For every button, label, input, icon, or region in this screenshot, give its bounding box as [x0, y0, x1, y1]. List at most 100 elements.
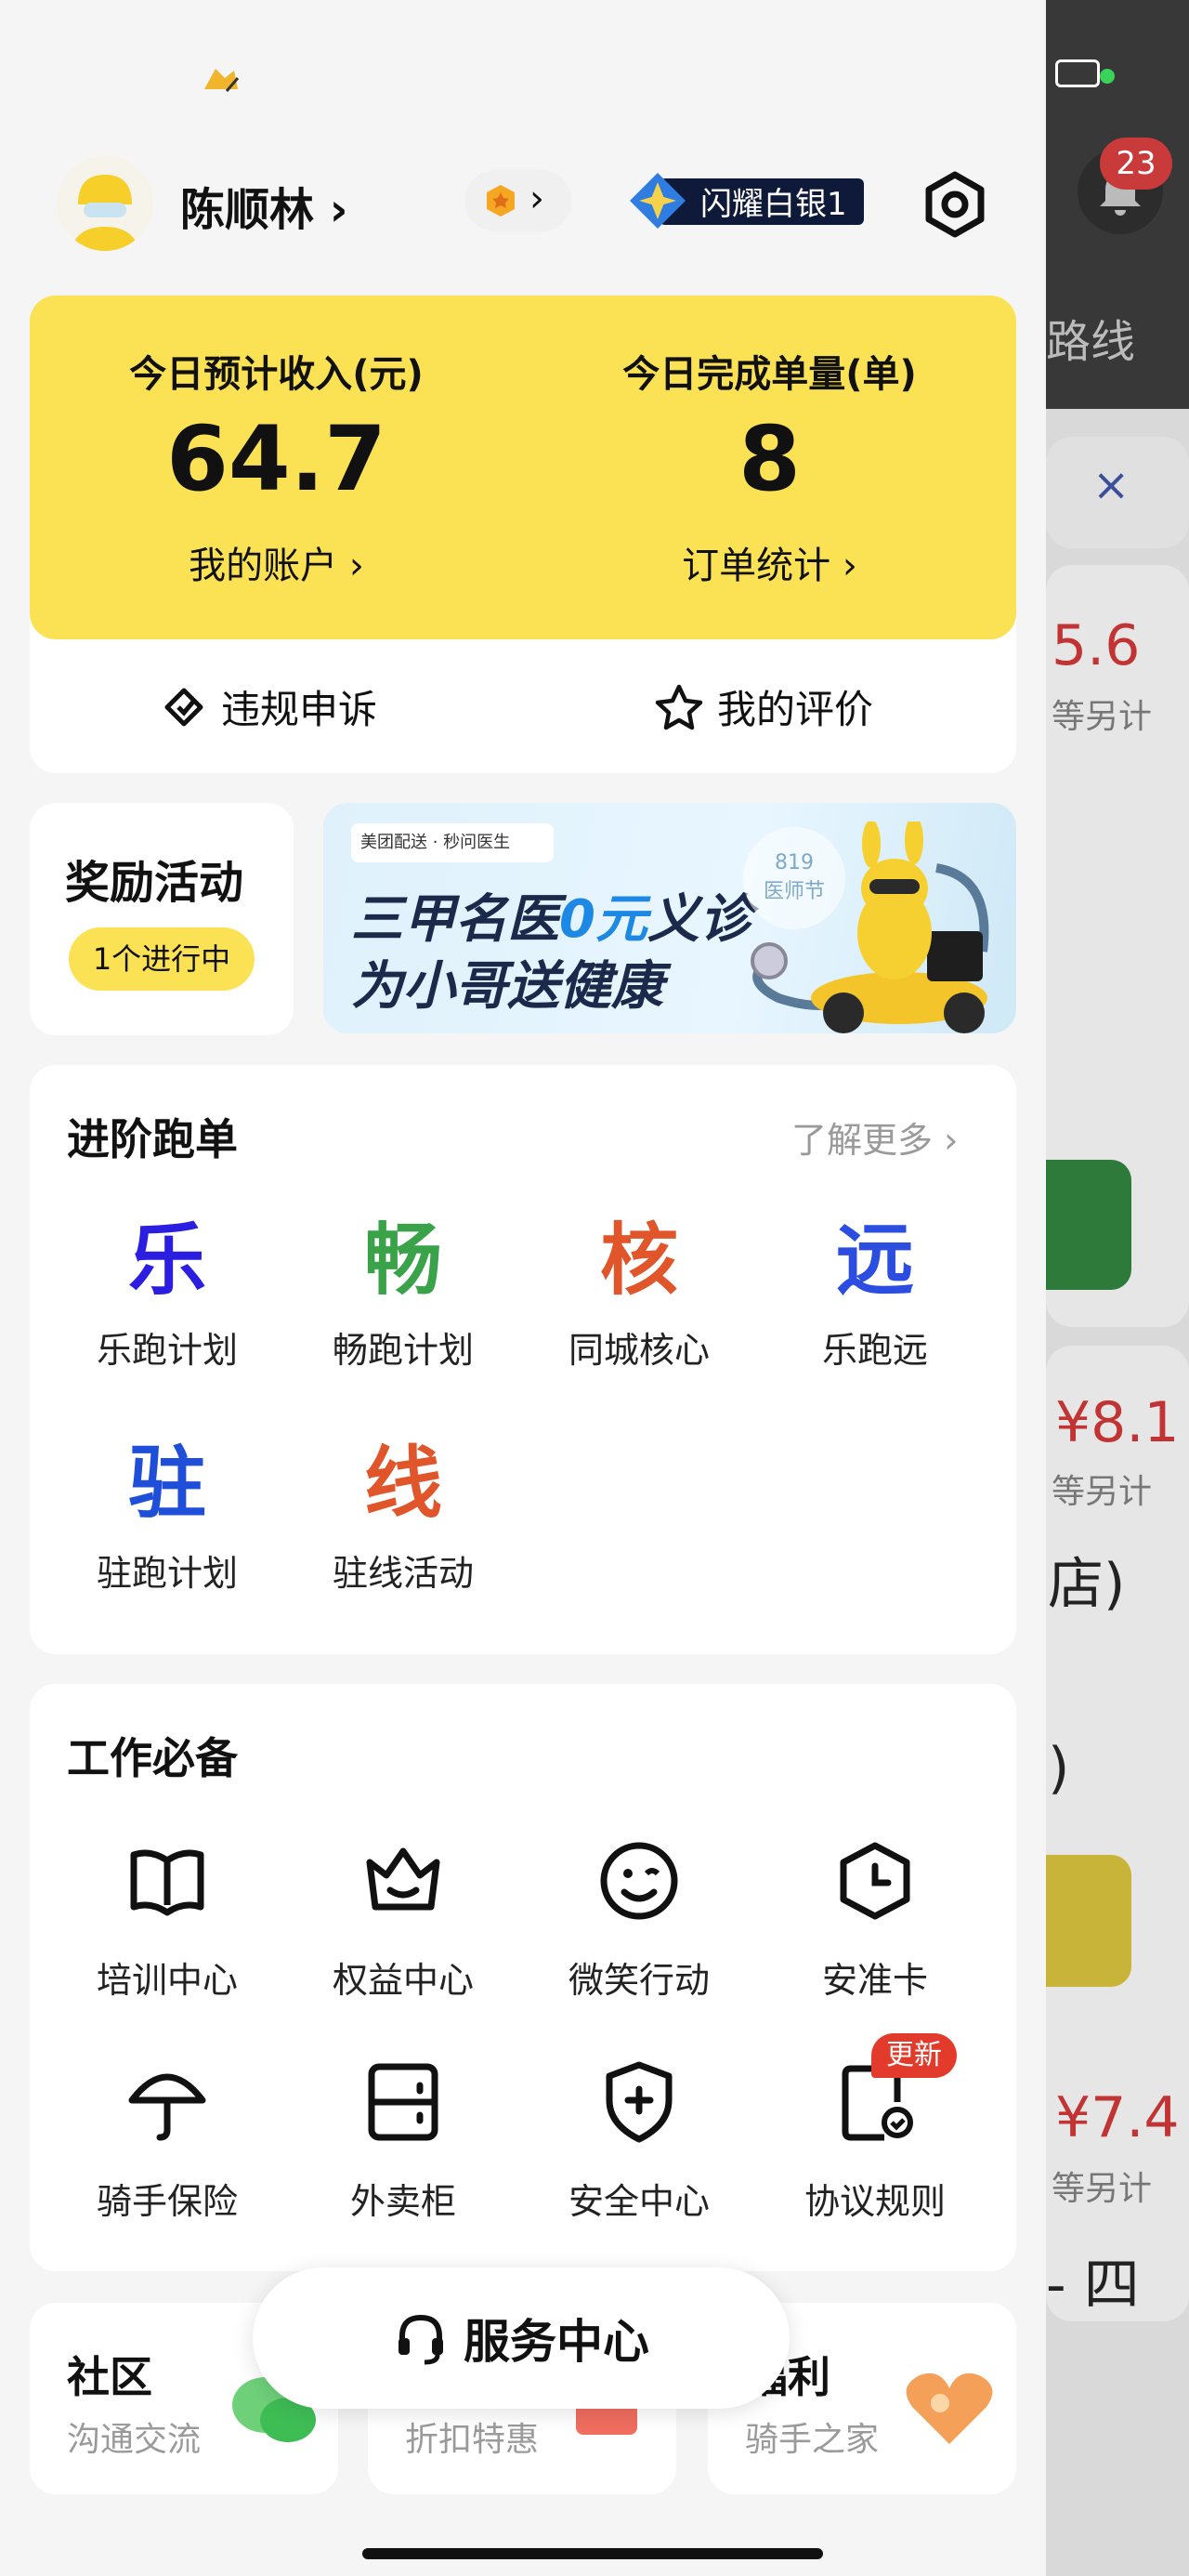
learn-more-link[interactable]: 了解更多 ›: [791, 1111, 958, 1163]
plan-xian[interactable]: 线 驻线活动: [310, 1437, 496, 1596]
plan-label: 驻线活动: [332, 1553, 474, 1594]
work-item-label: 权益中心: [332, 1960, 474, 2001]
promo-banner[interactable]: 美团配送 · 秒问医生 三甲名医0元义诊 为小哥送健康 819 医师节: [323, 803, 1016, 1033]
my-rating-button[interactable]: 我的评价: [654, 678, 873, 735]
benefits-center[interactable]: 权益中心: [310, 1836, 496, 2003]
work-item-label: 安准卡: [821, 1960, 928, 2001]
star-icon: [655, 684, 703, 729]
yuan-icon: 远: [835, 1215, 914, 1306]
order-amount: ¥7.4: [1055, 2085, 1180, 2150]
headset-icon: [399, 2314, 443, 2365]
home-indicator[interactable]: [362, 2548, 823, 2559]
side-drawer: 陈顺林 › › 闪耀白银1 今日预计收入(元) 64.7 我的账户 › 今日完成…: [0, 0, 1046, 2576]
smile-action[interactable]: 微笑行动: [546, 1836, 732, 2003]
order-note: 等另计: [1052, 2170, 1153, 2208]
orders-label: 今日完成单量(单): [622, 353, 917, 396]
safety-card[interactable]: 安准卡: [782, 1836, 968, 2003]
app-logo-icon: [204, 69, 240, 92]
order-note: 等另计: [1052, 698, 1153, 736]
work-item-label: 微笑行动: [568, 1960, 710, 2001]
rating-label: 我的评价: [717, 687, 874, 732]
heart-tag-icon: [906, 2372, 993, 2444]
order-amount: 5.6: [1052, 613, 1141, 678]
service-center-label: 服务中心: [464, 2315, 649, 2369]
book-icon: [130, 1849, 204, 1916]
plan-label: 乐跑计划: [96, 1330, 238, 1371]
advanced-title: 进阶跑单: [67, 1114, 238, 1164]
hexagon-badge-icon: [487, 185, 515, 217]
shield-plus-icon: [606, 2061, 673, 2143]
work-item-label: 外卖柜: [349, 2181, 456, 2222]
order-stats-link[interactable]: 订单统计 ›: [523, 535, 1016, 589]
day-text: - 四: [1046, 2253, 1140, 2318]
community-subtitle: 沟通交流: [67, 2421, 202, 2459]
work-item-label: 骑手保险: [96, 2181, 238, 2222]
appeal-button[interactable]: 违规申诉: [160, 678, 377, 735]
plan-yuan[interactable]: 远 乐跑远: [782, 1214, 968, 1373]
rider-insurance[interactable]: 骑手保险: [74, 2057, 260, 2224]
route-tab[interactable]: 路线: [1046, 305, 1135, 370]
income-value: 64.7: [166, 407, 386, 511]
hammer-icon: [164, 688, 203, 726]
rewards-card[interactable]: 奖励活动 1个进行中: [30, 803, 294, 1035]
le-icon: 乐: [127, 1215, 206, 1306]
promo-brand-chip: 美团配送 · 秒问医生: [351, 823, 554, 862]
rider-mascot-illustration: [751, 821, 989, 1033]
locker-icon: [368, 2063, 438, 2141]
rider-name[interactable]: 陈顺林 ›: [180, 173, 348, 238]
crown-icon: [366, 1847, 440, 1911]
plan-zhu[interactable]: 驻 驻跑计划: [74, 1437, 260, 1596]
order-amount: ¥8.1: [1055, 1390, 1180, 1455]
plan-label: 畅跑计划: [332, 1330, 474, 1371]
shop-name: 店): [1048, 1552, 1126, 1617]
he-icon: 核: [599, 1215, 678, 1306]
plan-label: 驻跑计划: [96, 1553, 238, 1594]
discount-subtitle: 折扣特惠: [405, 2421, 540, 2459]
settings-icon[interactable]: [921, 171, 988, 238]
chang-icon: 畅: [363, 1215, 442, 1306]
battery-icon: [1055, 59, 1100, 87]
work-item-label: 协议规则: [804, 2181, 946, 2222]
delivery-locker[interactable]: 外卖柜: [310, 2057, 496, 2224]
plan-label: 乐跑远: [821, 1330, 928, 1371]
background-action-button: [1046, 1160, 1131, 1290]
income-column[interactable]: 今日预计收入(元) 64.7 我的账户 ›: [30, 296, 523, 639]
zhu-icon: 驻: [127, 1438, 206, 1529]
work-title: 工作必备: [67, 1733, 238, 1783]
update-badge: 更新: [871, 2033, 957, 2078]
plan-label: 同城核心: [568, 1330, 710, 1371]
umbrella-icon: [128, 2073, 206, 2141]
clock-shield-icon: [840, 1842, 910, 1920]
orders-value: 8: [738, 407, 801, 511]
orders-column[interactable]: 今日完成单量(单) 8 订单统计 ›: [523, 296, 1016, 639]
address-text: ): [1048, 1736, 1070, 1801]
avatar[interactable]: [58, 156, 152, 251]
community-title: 社区: [67, 2352, 152, 2402]
earnings-card: 今日预计收入(元) 64.7 我的账户 › 今日完成单量(单) 8 订单统计 ›: [30, 296, 1016, 639]
agreement-rules[interactable]: 协议规则: [782, 2057, 968, 2224]
promo-subline: 为小哥送健康: [351, 956, 663, 1017]
plan-city-core[interactable]: 核 同城核心: [546, 1214, 732, 1373]
rewards-status-badge: 1个进行中: [69, 927, 255, 991]
background-action-button: [1046, 1855, 1131, 1987]
plan-chang[interactable]: 畅 畅跑计划: [310, 1214, 496, 1373]
income-label: 今日预计收入(元): [129, 353, 424, 396]
plan-le[interactable]: 乐 乐跑计划: [74, 1214, 260, 1373]
appeal-label: 违规申诉: [221, 687, 378, 732]
safety-center[interactable]: 安全中心: [546, 2057, 732, 2224]
rider-avatar-icon: [58, 156, 152, 251]
level-pill[interactable]: ›: [464, 170, 572, 231]
close-icon[interactable]: ×: [1092, 459, 1130, 511]
recording-dot-icon: [1100, 69, 1115, 84]
notification-count: 23: [1100, 138, 1172, 190]
rewards-title: 奖励活动: [65, 857, 244, 909]
rank-label: 闪耀白银1: [700, 186, 847, 223]
training-center[interactable]: 培训中心: [74, 1836, 260, 2003]
background-page: 23 路线 × 5.6 等另计 ¥8.1 等另计 店) ) ¥7.4 等另计 -…: [1046, 0, 1189, 2576]
smile-icon: [600, 1842, 678, 1920]
work-item-label: 安全中心: [568, 2181, 710, 2222]
welfare-subtitle: 骑手之家: [745, 2421, 880, 2459]
my-account-link[interactable]: 我的账户 ›: [30, 535, 523, 589]
work-item-label: 培训中心: [96, 1960, 238, 2001]
service-center-button[interactable]: 服务中心: [253, 2267, 790, 2409]
